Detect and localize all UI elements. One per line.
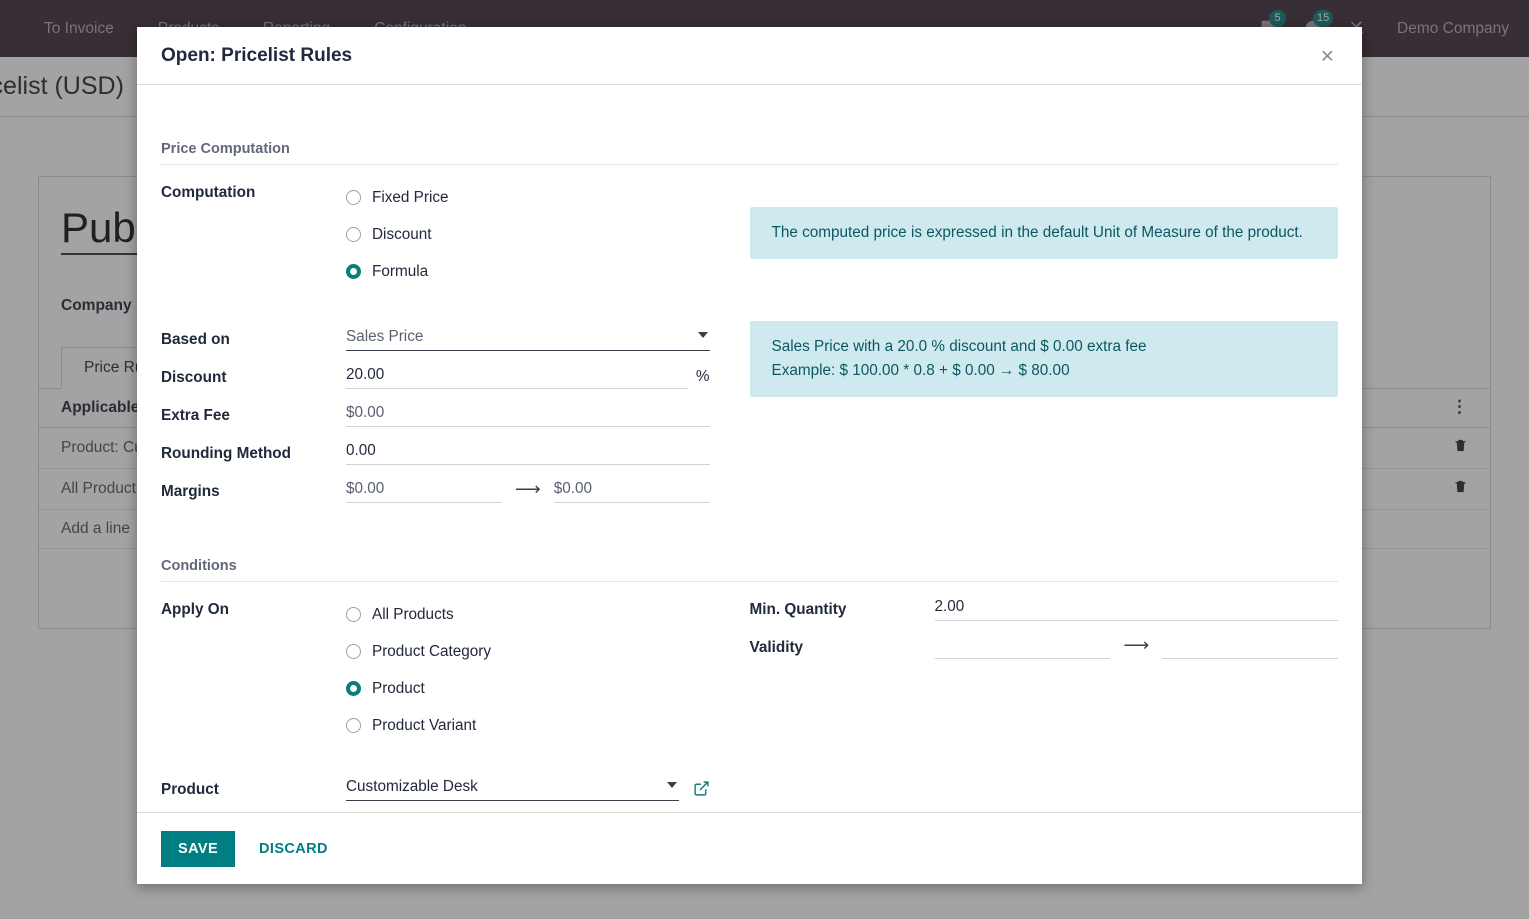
margins-max-wrap[interactable] (553, 478, 710, 503)
radio-option-product-variant[interactable]: Product Variant (346, 707, 710, 744)
discard-button[interactable]: DISCARD (245, 831, 345, 867)
price-computation-left-column: Computation Fixed Price Discount Formula… (161, 179, 750, 516)
field-row-extra-fee: Extra Fee (161, 402, 710, 430)
margins-min-wrap[interactable] (346, 478, 502, 503)
discount-field[interactable]: % (346, 364, 710, 389)
radio-option-fixed-price[interactable]: Fixed Price (346, 179, 710, 216)
apply-on-radio-group[interactable]: All Products Product Category Product Pr… (346, 596, 710, 744)
min-quantity-input[interactable] (934, 596, 1338, 621)
based-on-label: Based on (161, 331, 230, 348)
conditions-columns: Apply On All Products Product Category P… (161, 596, 1338, 812)
validity-from-input[interactable] (934, 634, 1111, 659)
discount-label: Discount (161, 369, 227, 386)
validity-range-field[interactable]: ⟶ (934, 634, 1338, 659)
product-label: Product (161, 781, 219, 798)
extra-fee-label: Extra Fee (161, 407, 230, 424)
field-row-margins: Margins ⟶ (161, 478, 710, 506)
radio-option-product-category[interactable]: Product Category (346, 633, 710, 670)
price-computation-columns: Computation Fixed Price Discount Formula… (161, 179, 1338, 516)
margins-max-input[interactable] (553, 478, 710, 503)
price-computation-right-column: The computed price is expressed in the d… (749, 179, 1338, 516)
rounding-method-input[interactable] (346, 440, 710, 465)
margins-label: Margins (161, 483, 220, 500)
radio-icon[interactable] (346, 607, 361, 622)
min-quantity-field[interactable] (934, 596, 1338, 621)
apply-on-label: Apply On (161, 601, 229, 618)
radio-icon[interactable] (346, 264, 361, 279)
dialog-title: Open: Pricelist Rules (161, 44, 353, 66)
formula-note-line-2: Example: $ 100.00 * 0.8 + $ 0.00 → $ 80.… (771, 362, 1070, 380)
discount-input[interactable] (346, 364, 688, 389)
unit-of-measure-note: The computed price is expressed in the d… (749, 207, 1338, 260)
radio-label: Product (372, 679, 425, 697)
field-row-discount: Discount % (161, 364, 710, 392)
field-row-rounding-method: Rounding Method (161, 440, 710, 468)
radio-icon[interactable] (346, 227, 361, 242)
range-arrow-icon: ⟶ (514, 479, 541, 499)
product-field[interactable] (346, 776, 710, 801)
formula-example-note: Sales Price with a 20.0 % discount and $… (749, 321, 1338, 398)
radio-option-formula[interactable]: Formula (346, 253, 710, 290)
extra-fee-input[interactable] (346, 402, 710, 427)
radio-label: Discount (372, 225, 432, 243)
radio-icon[interactable] (346, 718, 361, 733)
radio-icon[interactable] (346, 681, 361, 696)
open-product-internal-link[interactable] (693, 780, 710, 797)
margins-range-field[interactable]: ⟶ (346, 478, 710, 503)
computation-label: Computation (161, 184, 256, 201)
rounding-method-label: Rounding Method (161, 445, 291, 462)
validity-to-wrap[interactable] (1162, 634, 1338, 659)
conditions-left-column: Apply On All Products Product Category P… (161, 596, 750, 812)
based-on-select[interactable] (346, 326, 710, 351)
field-row-computation: Computation Fixed Price Discount Formula (161, 179, 710, 290)
field-row-apply-on: Apply On All Products Product Category P… (161, 596, 710, 744)
margins-min-input[interactable] (346, 478, 502, 503)
product-input[interactable] (346, 776, 679, 801)
computation-radio-group[interactable]: Fixed Price Discount Formula (346, 179, 710, 290)
radio-label: Product Variant (372, 716, 477, 734)
radio-label: Formula (372, 262, 429, 280)
radio-label: All Products (372, 605, 454, 623)
field-row-min-quantity: Min. Quantity (749, 596, 1338, 624)
field-row-validity: Validity ⟶ (749, 634, 1338, 662)
close-icon[interactable]: × (1315, 40, 1340, 71)
dialog-footer: SAVE DISCARD (137, 812, 1362, 884)
chevron-down-icon[interactable] (697, 332, 708, 338)
dialog-body: Price Computation Computation Fixed Pric… (137, 85, 1362, 812)
conditions-right-column: Min. Quantity Validity ⟶ (749, 596, 1338, 812)
radio-label: Product Category (372, 642, 492, 660)
section-title-price-computation: Price Computation (161, 141, 1338, 165)
field-row-based-on: Based on (161, 326, 710, 354)
pricelist-rules-dialog: Open: Pricelist Rules × Price Computatio… (137, 27, 1362, 884)
rounding-method-field[interactable] (346, 440, 710, 465)
formula-note-line-1: Sales Price with a 20.0 % discount and $… (771, 338, 1147, 356)
radio-option-product[interactable]: Product (346, 670, 710, 707)
external-link-icon[interactable] (693, 780, 710, 797)
radio-option-all-products[interactable]: All Products (346, 596, 710, 633)
radio-icon[interactable] (346, 190, 361, 205)
radio-option-discount[interactable]: Discount (346, 216, 710, 253)
radio-label: Fixed Price (372, 188, 449, 206)
dialog-header: Open: Pricelist Rules × (137, 27, 1362, 85)
validity-to-input[interactable] (1162, 634, 1338, 659)
min-quantity-label: Min. Quantity (749, 601, 847, 618)
validity-label: Validity (749, 639, 804, 656)
based-on-field[interactable] (346, 326, 710, 351)
validity-from-wrap[interactable] (934, 634, 1111, 659)
extra-fee-field[interactable] (346, 402, 710, 427)
discount-percent-suffix: % (695, 367, 710, 385)
range-arrow-icon: ⟶ (1123, 635, 1150, 655)
radio-icon[interactable] (346, 644, 361, 659)
section-title-conditions: Conditions (161, 558, 1338, 582)
save-button[interactable]: SAVE (161, 830, 236, 867)
chevron-down-icon[interactable] (666, 782, 677, 788)
field-row-product: Product (161, 776, 710, 804)
